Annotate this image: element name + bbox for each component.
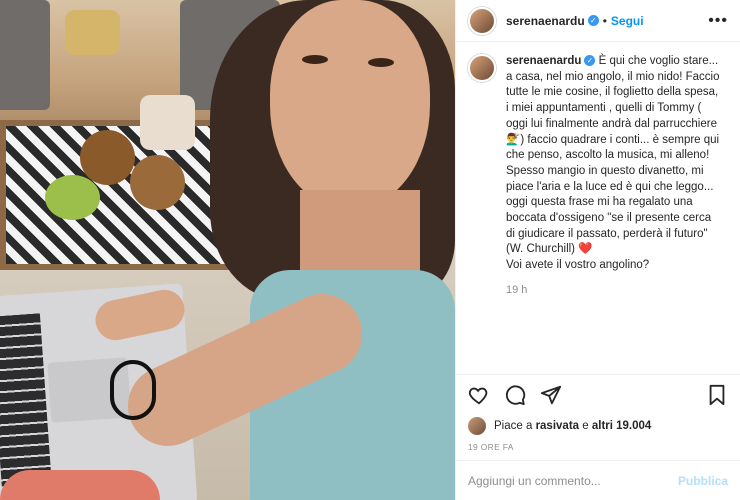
- follow-button[interactable]: Segui: [611, 14, 644, 28]
- caption-question: Voi avete il vostro angolino?: [506, 259, 650, 272]
- likes-middle: e: [582, 420, 589, 432]
- heart-outline-icon[interactable]: [468, 384, 490, 406]
- liker-avatar[interactable]: [468, 417, 486, 435]
- action-bar: [456, 374, 740, 414]
- photo-shell-jar: [140, 95, 195, 150]
- paper-plane-icon[interactable]: [540, 384, 562, 406]
- instagram-post: serenaenardu ✓ • Segui ••• serenaenardu ✓…: [0, 0, 740, 500]
- photo-laptop-keys: [0, 313, 52, 487]
- photo-face: [270, 0, 430, 210]
- photo-plant-pot: [65, 10, 120, 55]
- caption-area: serenaenardu ✓ È qui che voglio stare... …: [456, 42, 740, 374]
- caption-time: 19 h: [506, 283, 528, 296]
- caption-avatar[interactable]: [468, 54, 496, 82]
- publish-button[interactable]: Pubblica: [678, 474, 728, 488]
- likes-others-link[interactable]: altri 19.004: [592, 420, 651, 432]
- photo-chair-left: [0, 0, 50, 110]
- post-side-panel: serenaenardu ✓ • Segui ••• serenaenardu ✓…: [455, 0, 740, 500]
- likes-prefix: Piace a: [494, 420, 533, 432]
- caption-verified-badge-icon: ✓: [584, 55, 596, 66]
- comment-box: Pubblica: [456, 460, 740, 500]
- more-options-icon[interactable]: •••: [708, 12, 728, 30]
- caption-text: serenaenardu ✓ È qui che voglio stare... …: [506, 54, 721, 274]
- photo-candle-holder: [80, 130, 135, 185]
- separator-dot: •: [602, 13, 607, 28]
- header-username[interactable]: serenaenardu: [506, 14, 585, 28]
- likes-user-link[interactable]: rasivata: [536, 420, 579, 432]
- caption-username[interactable]: serenaenardu: [506, 55, 581, 67]
- likes-summary: Piace a rasivata e altri 19.004: [456, 414, 740, 438]
- photo-eye-right: [368, 58, 394, 67]
- photo-glasses: [110, 360, 156, 420]
- verified-badge-icon: ✓: [587, 15, 599, 26]
- post-photo[interactable]: [0, 0, 455, 500]
- post-header: serenaenardu ✓ • Segui •••: [456, 0, 740, 42]
- photo-candle-holder-2: [130, 155, 185, 210]
- red-heart-emoji: ❤️: [578, 243, 593, 256]
- photo-eye-left: [302, 55, 328, 64]
- comment-input[interactable]: [468, 473, 678, 488]
- comment-bubble-icon[interactable]: [504, 384, 526, 406]
- photo-ashtray: [45, 175, 100, 220]
- caption-row: serenaenardu ✓ È qui che voglio stare... …: [468, 54, 728, 274]
- photo-pillow: [0, 470, 160, 500]
- post-time-ago[interactable]: 19 ORE FA: [456, 438, 740, 460]
- bookmark-icon[interactable]: [706, 384, 728, 406]
- caption-body: È qui che voglio stare... a casa, nel mi…: [506, 55, 720, 256]
- avatar[interactable]: [468, 6, 496, 35]
